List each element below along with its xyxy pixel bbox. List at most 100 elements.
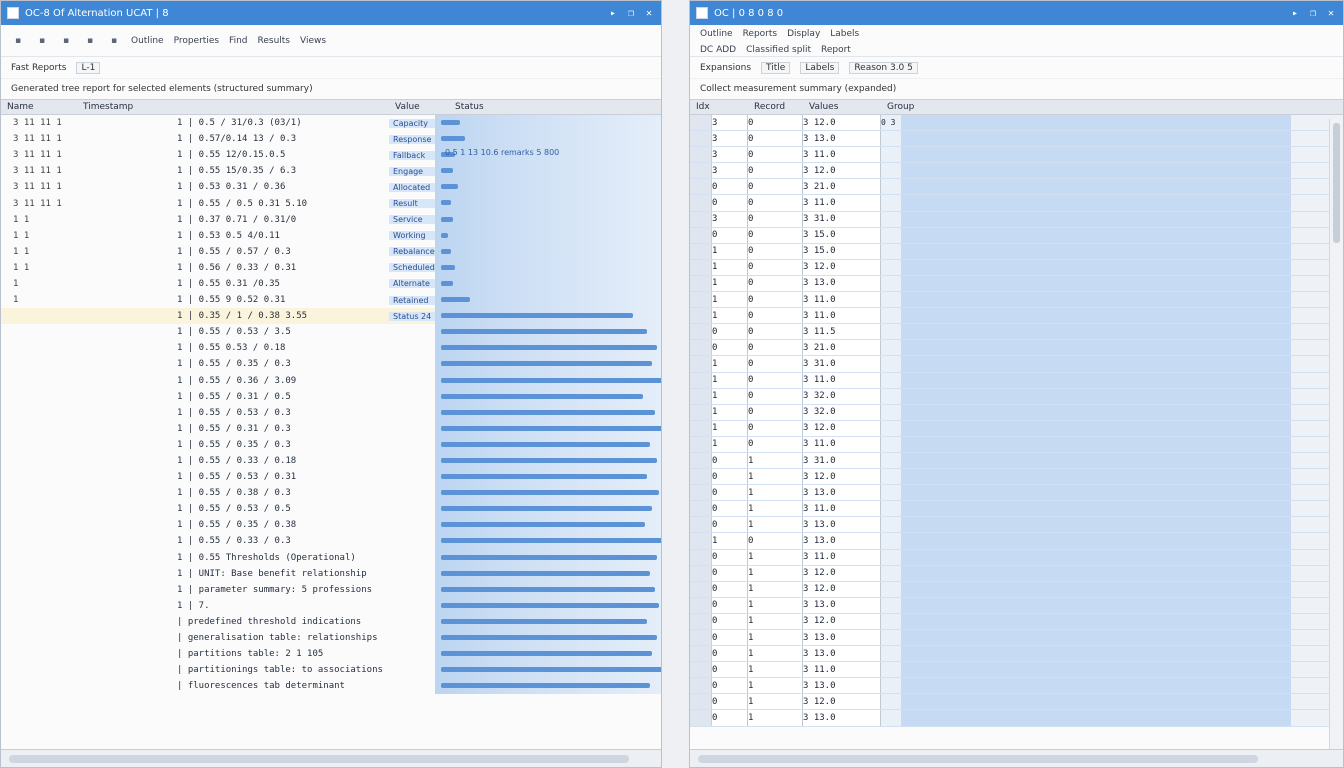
- table-row[interactable]: 013 12.0: [690, 581, 1343, 598]
- table-row[interactable]: 103 32.0: [690, 404, 1343, 421]
- table-row[interactable]: 3 11 11 1 1 | 0.55 15/0.35 / 6.3 Engage: [1, 163, 661, 180]
- table-row[interactable]: 013 13.0: [690, 646, 1343, 663]
- table-row[interactable]: 1 | 0.55 Thresholds (Operational): [1, 549, 661, 566]
- toolbar-item[interactable]: Results: [258, 36, 291, 46]
- table-row[interactable]: 303 11.0: [690, 147, 1343, 164]
- table-row[interactable]: | partitions table: 2 1 105: [1, 646, 661, 663]
- table-row[interactable]: 3 11 11 1 1 | 0.53 0.31 / 0.36 Allocated: [1, 179, 661, 196]
- table-row[interactable]: 1 1 | 0.55 0.31 /0.35 Alternate: [1, 275, 661, 293]
- table-row[interactable]: 103 11.0: [690, 436, 1343, 453]
- subtoolbar-item[interactable]: Report: [821, 45, 851, 55]
- table-row[interactable]: 3 11 11 1 1 | 0.55 / 0.5 0.31 5.10 Result: [1, 195, 661, 212]
- right-horizontal-scrollbar[interactable]: [690, 749, 1343, 767]
- table-row[interactable]: 1 1 1 | 0.37 0.71 / 0.31/0 Service: [1, 211, 661, 228]
- column-header[interactable]: Group: [881, 102, 941, 112]
- table-row[interactable]: 003 21.0: [690, 179, 1343, 196]
- column-header[interactable]: Record: [748, 102, 803, 112]
- minimize-icon[interactable]: ▸: [607, 8, 619, 19]
- undo-icon[interactable]: ▪: [59, 36, 73, 46]
- table-row[interactable]: 103 31.0: [690, 356, 1343, 373]
- path-chip[interactable]: Labels: [800, 61, 840, 74]
- table-row[interactable]: 003 15.0: [690, 227, 1343, 244]
- table-row[interactable]: | partitionings table: to associations: [1, 662, 661, 679]
- table-row[interactable]: | fluorescences tab determinant: [1, 678, 661, 695]
- table-row[interactable]: 1 | 0.55 / 0.35 / 0.3: [1, 436, 661, 453]
- table-row[interactable]: 303 31.0: [690, 211, 1343, 228]
- table-row[interactable]: 1 | 0.55 / 0.53 / 0.5: [1, 501, 661, 518]
- column-header[interactable]: Status: [449, 102, 649, 112]
- table-row[interactable]: 013 11.0: [690, 662, 1343, 679]
- table-row[interactable]: 013 13.0: [690, 485, 1343, 502]
- table-row[interactable]: 103 13.0: [690, 275, 1343, 293]
- table-row[interactable]: 1 1 1 | 0.55 / 0.57 / 0.3 Rebalance: [1, 243, 661, 260]
- table-row[interactable]: 103 12.0: [690, 259, 1343, 276]
- table-row[interactable]: 1 | UNIT: Base benefit relationship: [1, 565, 661, 582]
- table-row[interactable]: 013 13.0: [690, 517, 1343, 534]
- table-row[interactable]: 003 11.5: [690, 324, 1343, 341]
- toolbar-item[interactable]: Views: [300, 36, 326, 46]
- table-row[interactable]: 303 13.0: [690, 131, 1343, 148]
- table-row[interactable]: 1 | parameter summary: 5 professions: [1, 581, 661, 598]
- table-row[interactable]: 1 | 0.55 / 0.33 / 0.3: [1, 533, 661, 550]
- table-row[interactable]: 3 11 11 1 1 | 0.57/0.14 13 / 0.3 Response: [1, 131, 661, 148]
- table-row[interactable]: 1 1 1 | 0.56 / 0.33 / 0.31 Scheduled: [1, 259, 661, 276]
- table-row[interactable]: 1 | 0.55 / 0.35 / 0.38: [1, 517, 661, 534]
- column-header[interactable]: Values: [803, 102, 881, 112]
- table-row[interactable]: 3 11 11 1 1 | 0.55 12/0.15.0.5 Fallback 0.5…: [1, 147, 661, 164]
- table-row[interactable]: 013 31.0: [690, 452, 1343, 470]
- table-row[interactable]: 1 | 0.55 / 0.31 / 0.5: [1, 388, 661, 405]
- table-row[interactable]: 013 13.0: [690, 597, 1343, 614]
- scroll-thumb[interactable]: [1333, 123, 1340, 243]
- toolbar-item[interactable]: Outline: [131, 36, 164, 46]
- minimize-icon[interactable]: ▸: [1289, 8, 1301, 19]
- column-header[interactable]: Timestamp: [77, 102, 389, 112]
- table-row[interactable]: 1 | 7.: [1, 597, 661, 614]
- subtoolbar-item[interactable]: Classified split: [746, 45, 811, 55]
- table-row[interactable]: 103 13.0: [690, 533, 1343, 550]
- column-header[interactable]: Idx: [690, 102, 748, 112]
- scroll-thumb[interactable]: [698, 754, 1258, 763]
- toolbar-item[interactable]: Outline: [700, 29, 733, 39]
- table-row[interactable]: 3 11 11 1 1 | 0.5 / 31/0.3 (03/1) Capacity: [1, 115, 661, 132]
- scroll-thumb[interactable]: [9, 754, 629, 763]
- toolbar-item[interactable]: Labels: [830, 29, 859, 39]
- path-chip[interactable]: Title: [761, 61, 791, 74]
- table-row[interactable]: 003 11.0: [690, 195, 1343, 212]
- table-row[interactable]: 1 | 0.55 0.53 / 0.18: [1, 340, 661, 357]
- table-row[interactable]: 013 13.0: [690, 630, 1343, 647]
- redo-icon[interactable]: ▪: [83, 36, 97, 46]
- path-label[interactable]: Expansions: [700, 63, 751, 73]
- toolbar-item[interactable]: Reports: [743, 29, 778, 39]
- table-row[interactable]: 003 21.0: [690, 340, 1343, 357]
- table-row[interactable]: 013 12.0: [690, 694, 1343, 711]
- table-row[interactable]: 1 1 1 | 0.53 0.5 4/0.11 Working: [1, 227, 661, 244]
- table-row[interactable]: 103 32.0: [690, 388, 1343, 405]
- table-row[interactable]: 013 13.0: [690, 710, 1343, 727]
- table-row[interactable]: 1 | 0.55 / 0.53 / 3.5: [1, 324, 661, 341]
- table-row[interactable]: 1 | 0.55 / 0.33 / 0.18: [1, 452, 661, 470]
- table-row[interactable]: 103 11.0: [690, 308, 1343, 325]
- table-row[interactable]: 013 12.0: [690, 469, 1343, 486]
- save-icon[interactable]: ▪: [35, 36, 49, 46]
- column-header[interactable]: Name: [1, 102, 77, 112]
- toolbar-item[interactable]: Display: [787, 29, 820, 39]
- table-row[interactable]: 103 12.0: [690, 420, 1343, 437]
- path-label[interactable]: Fast Reports: [11, 63, 66, 73]
- table-row[interactable]: 1 | 0.55 / 0.38 / 0.3: [1, 485, 661, 502]
- table-row[interactable]: 1 | 0.55 / 0.36 / 3.09: [1, 372, 661, 389]
- table-row[interactable]: 1 | 0.35 / 1 / 0.38 3.55 Status 24: [1, 308, 661, 325]
- table-row[interactable]: 103 11.0: [690, 292, 1343, 309]
- table-row[interactable]: 1 | 0.55 / 0.31 / 0.3: [1, 420, 661, 437]
- table-row[interactable]: 013 12.0: [690, 565, 1343, 582]
- table-row[interactable]: 013 13.0: [690, 678, 1343, 695]
- table-row[interactable]: 013 11.0: [690, 549, 1343, 566]
- table-row[interactable]: 103 15.0: [690, 243, 1343, 260]
- path-chip[interactable]: Reason 3.0 5: [849, 61, 918, 74]
- filter-icon[interactable]: ▪: [107, 36, 121, 46]
- path-chip[interactable]: L-1: [76, 61, 101, 74]
- table-row[interactable]: 1 | 0.55 / 0.53 / 0.31: [1, 469, 661, 486]
- close-icon[interactable]: ✕: [643, 8, 655, 19]
- toolbar-item[interactable]: Properties: [174, 36, 219, 46]
- table-row[interactable]: 303 12.0 0 3: [690, 115, 1343, 132]
- table-row[interactable]: 103 11.0: [690, 372, 1343, 389]
